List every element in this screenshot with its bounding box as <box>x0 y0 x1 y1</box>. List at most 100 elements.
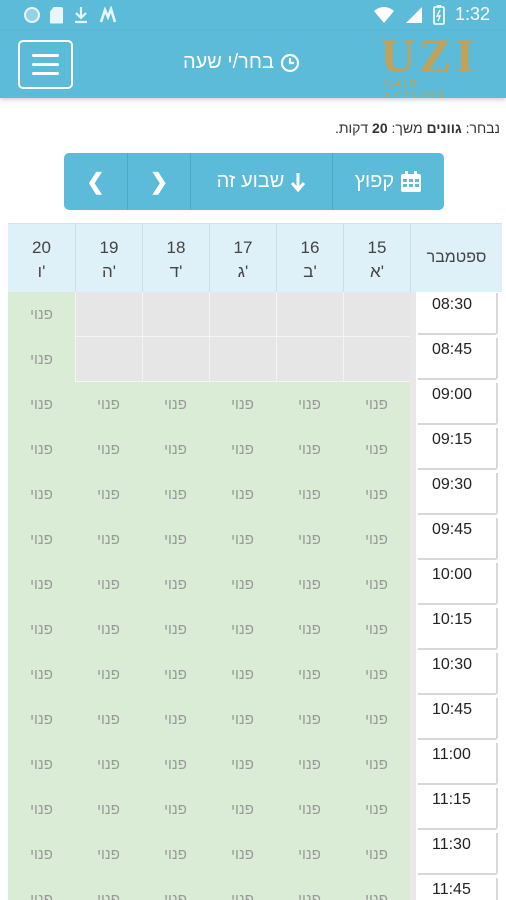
free-slot[interactable]: פנוי <box>142 787 209 832</box>
table-body: פנוי 08:30 פנוי 08:45 פנוי פנוי פנוי פנוי פנוי פנ… <box>8 292 502 900</box>
free-slot[interactable]: פנוי <box>75 517 142 562</box>
free-slot[interactable]: פנוי <box>276 607 343 652</box>
status-bar: 1:32 <box>0 0 506 31</box>
free-slot[interactable]: פנוי <box>8 607 75 652</box>
day-header: 18 ד' <box>142 224 209 292</box>
jump-to-date-button[interactable]: קפוץ <box>332 153 444 210</box>
free-slot[interactable]: פנוי <box>142 652 209 697</box>
free-slot[interactable]: פנוי <box>75 427 142 472</box>
free-slot[interactable]: פנוי <box>8 742 75 787</box>
free-slot[interactable]: פנוי <box>8 427 75 472</box>
free-slot[interactable]: פנוי <box>343 697 410 742</box>
free-slot[interactable]: פנוי <box>276 742 343 787</box>
free-slot[interactable]: פנוי <box>343 742 410 787</box>
free-slot[interactable]: פנוי <box>8 517 75 562</box>
free-slot[interactable]: פנוי <box>276 787 343 832</box>
free-slot[interactable]: פנוי <box>343 427 410 472</box>
free-slot[interactable]: פנוי <box>209 832 276 877</box>
free-slot[interactable]: פנוי <box>8 652 75 697</box>
free-slot[interactable]: פנוי <box>209 562 276 607</box>
day-header: 20 ו' <box>8 224 75 292</box>
free-slot[interactable]: פנוי <box>209 652 276 697</box>
free-slot[interactable]: פנוי <box>276 877 343 900</box>
free-slot[interactable]: פנוי <box>75 382 142 427</box>
free-slot[interactable]: פנוי <box>75 472 142 517</box>
free-slot[interactable]: פנוי <box>142 697 209 742</box>
time-label: 09:00 <box>432 386 473 403</box>
day-header: 19 ה' <box>75 224 142 292</box>
free-slot[interactable]: פנוי <box>75 742 142 787</box>
free-slot[interactable]: פנוי <box>209 382 276 427</box>
free-slot[interactable]: פנוי <box>8 292 75 337</box>
free-slot[interactable]: פנוי <box>8 472 75 517</box>
day-name: ה' <box>101 262 117 281</box>
menu-button[interactable] <box>18 40 73 89</box>
time-cell: 11:30 <box>410 832 502 877</box>
free-slot[interactable]: פנוי <box>8 382 75 427</box>
free-slot[interactable]: פנוי <box>8 787 75 832</box>
free-slot[interactable]: פנוי <box>75 697 142 742</box>
free-slot[interactable]: פנוי <box>209 427 276 472</box>
table-header: 20 ו' 19 ה' 18 ד' 17 ג' 16 ב' 15 א' ספטמבר <box>8 223 502 292</box>
table-row: פנוי פנוי פנוי פנוי פנוי פנוי 10:00 <box>8 562 502 607</box>
free-slot[interactable]: פנוי <box>8 337 75 382</box>
free-slot[interactable]: פנוי <box>142 832 209 877</box>
free-slot[interactable]: פנוי <box>343 607 410 652</box>
free-slot[interactable]: פנוי <box>276 832 343 877</box>
free-slot[interactable]: פנוי <box>343 877 410 900</box>
free-slot[interactable]: פנוי <box>209 742 276 787</box>
free-slot[interactable]: פנוי <box>142 517 209 562</box>
free-slot[interactable]: פנוי <box>142 472 209 517</box>
free-slot[interactable]: פנוי <box>209 472 276 517</box>
next-week-button[interactable]: ❮ <box>64 153 127 210</box>
duration-unit: דקות. <box>334 120 369 136</box>
page-title: בחר/י שעה <box>160 51 300 74</box>
free-slot[interactable]: פנוי <box>276 652 343 697</box>
free-slot[interactable]: פנוי <box>276 562 343 607</box>
table-row: פנוי פנוי פנוי פנוי פנוי פנוי 09:15 <box>8 427 502 472</box>
free-slot[interactable]: פנוי <box>75 877 142 900</box>
free-slot[interactable]: פנוי <box>75 562 142 607</box>
page-title-text: בחר/י שעה <box>182 51 274 73</box>
free-slot[interactable]: פנוי <box>8 562 75 607</box>
time-label: 10:30 <box>432 656 473 673</box>
free-slot[interactable]: פנוי <box>343 832 410 877</box>
time-cell: 09:00 <box>410 382 502 427</box>
free-slot[interactable]: פנוי <box>343 562 410 607</box>
free-slot[interactable]: פנוי <box>276 472 343 517</box>
free-slot[interactable]: פנוי <box>142 562 209 607</box>
free-slot[interactable]: פנוי <box>343 517 410 562</box>
free-slot[interactable]: פנוי <box>142 742 209 787</box>
time-label: 09:45 <box>432 521 473 538</box>
free-slot[interactable]: פנוי <box>142 382 209 427</box>
free-slot[interactable]: פנוי <box>8 697 75 742</box>
free-slot[interactable]: פנוי <box>209 697 276 742</box>
free-slot[interactable]: פנוי <box>209 607 276 652</box>
time-cell: 08:45 <box>410 337 502 382</box>
time-label: 11:45 <box>432 881 471 898</box>
free-slot[interactable]: פנוי <box>343 472 410 517</box>
free-slot[interactable]: פנוי <box>343 787 410 832</box>
unavailable-slot <box>343 292 410 337</box>
free-slot[interactable]: פנוי <box>209 877 276 900</box>
free-slot[interactable]: פנוי <box>276 427 343 472</box>
previous-week-button[interactable]: ❯ <box>127 153 190 210</box>
free-slot[interactable]: פנוי <box>343 652 410 697</box>
free-slot[interactable]: פנוי <box>276 517 343 562</box>
free-slot[interactable]: פנוי <box>75 652 142 697</box>
this-week-button[interactable]: שבוע זה <box>190 153 332 210</box>
free-slot[interactable]: פנוי <box>142 877 209 900</box>
free-slot[interactable]: פנוי <box>209 517 276 562</box>
free-slot[interactable]: פנוי <box>8 832 75 877</box>
free-slot[interactable]: פנוי <box>209 787 276 832</box>
free-slot[interactable]: פנוי <box>276 382 343 427</box>
free-slot[interactable]: פנוי <box>276 697 343 742</box>
free-slot[interactable]: פנוי <box>142 607 209 652</box>
free-slot[interactable]: פנוי <box>142 427 209 472</box>
free-slot[interactable]: פנוי <box>75 787 142 832</box>
hamburger-line <box>32 54 59 57</box>
free-slot[interactable]: פנוי <box>75 607 142 652</box>
free-slot[interactable]: פנוי <box>343 382 410 427</box>
free-slot[interactable]: פנוי <box>8 877 75 900</box>
free-slot[interactable]: פנוי <box>75 832 142 877</box>
